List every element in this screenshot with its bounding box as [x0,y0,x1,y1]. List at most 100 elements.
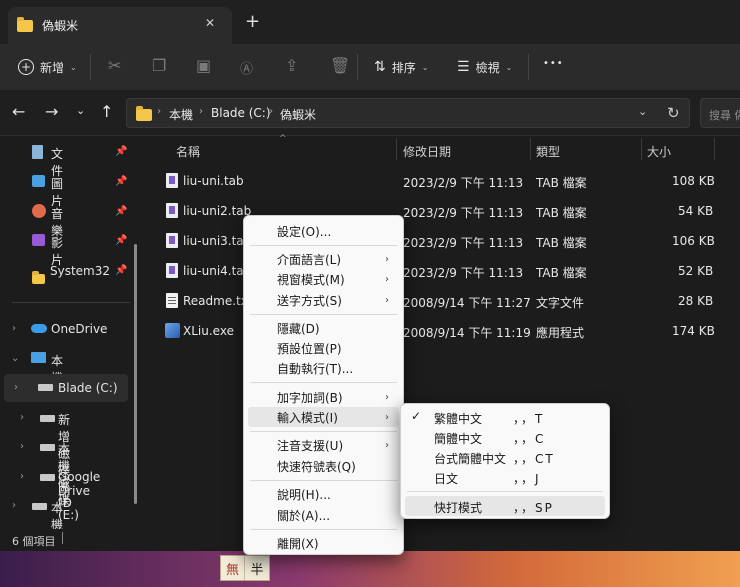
file-size: 106 KB [672,234,715,248]
menu-item-label: 設定(O)... [277,224,332,239]
breadcrumb-thispc[interactable]: 本機 [169,106,193,123]
menu-item-label: 視窗模式(M) [277,272,345,287]
menu-item-hide[interactable]: 隱藏(D) [248,318,399,338]
menu-item-label: 離開(X) [277,536,319,551]
address-bar[interactable]: › 本機 › Blade (C:) › 偽蝦米 ⌄ ↻ [126,98,690,128]
menu-item-quick-symbols[interactable]: 快速符號表(Q) [248,456,399,476]
table-row[interactable]: liu-uni.tab 2023/2/9 下午 11:13 TAB 檔案 108… [150,167,730,195]
table-row[interactable]: liu-uni3.tab 2023/2/9 下午 11:13 TAB 檔案 10… [150,227,730,255]
menu-item-send-mode[interactable]: 送字方式(S) › [248,290,399,310]
chevron-right-icon[interactable]: › [12,323,16,334]
file-size: 54 KB [678,204,714,218]
chevron-right-icon: › [385,439,389,451]
search-box[interactable]: 搜尋 偽 [700,98,740,128]
refresh-icon[interactable]: ↻ [667,104,680,122]
drive-icon [40,474,55,481]
delete-icon[interactable]: 🗑 [330,56,350,75]
file-name: liu-uni3.tab [183,234,252,248]
tab-file-icon [166,263,178,278]
chevron-right-icon[interactable]: › [12,500,16,511]
table-row[interactable]: liu-uni2.tab 2023/2/9 下午 11:13 TAB 檔案 54… [150,197,730,225]
more-options-icon[interactable]: ••• [543,58,564,69]
rename-icon[interactable]: Ⓐ [240,58,253,77]
computer-icon [31,352,46,363]
chevron-down-icon[interactable]: ⌄ [638,105,647,118]
drive-icon [38,384,53,391]
folder-icon [32,271,45,284]
document-icon [32,145,43,159]
sort-label: 排序 [391,60,416,75]
file-name: liu-uni4.tab [183,264,252,278]
column-header-modified[interactable]: 修改日期 [403,143,451,160]
recent-locations-icon[interactable]: ⌄ [76,104,85,117]
sort-button[interactable]: ⇅ 排序 ⌄ [374,55,428,79]
tab-title: 偽蝦米 [42,19,79,33]
sidebar-scrollbar[interactable] [134,244,137,504]
ime-status-bar[interactable]: 無 半 [220,555,270,581]
column-header-name[interactable]: 名稱 [176,143,200,160]
submenu-item-taiwan-simplified[interactable]: 台式簡體中文 ，，CT [405,447,605,467]
tab-current[interactable]: 偽蝦米 ✕ [8,7,232,44]
menu-item-autorun[interactable]: 自動執行(T)... [248,358,399,378]
share-icon[interactable]: ⇪ [285,56,298,75]
menu-item-settings[interactable]: 設定(O)... [248,221,399,241]
new-label: 新增 [40,60,65,75]
menu-item-default-position[interactable]: 預設位置(P) [248,338,399,358]
chevron-down-icon[interactable]: ⌄ [11,353,19,364]
copy-icon[interactable]: ❐ [152,56,166,75]
chevron-right-icon[interactable]: › [20,471,24,482]
menu-item-add-words[interactable]: 加字加詞(B) › [248,387,399,407]
ime-mode-indicator[interactable]: 無 [221,556,245,580]
column-divider[interactable] [530,138,531,160]
column-divider[interactable] [396,138,397,160]
menu-item-label: 注音支援(U) [277,438,344,453]
ime-width-indicator[interactable]: 半 [245,556,269,580]
sidebar-item-system32[interactable]: System32 📌 [0,258,127,284]
chevron-right-icon[interactable]: › [20,441,24,452]
cut-icon[interactable]: ✂ [108,56,121,75]
new-tab-button[interactable]: + [245,13,260,31]
column-header-type[interactable]: 類型 [536,143,560,160]
column-header-size[interactable]: 大小 [647,143,671,160]
menu-item-phonetic[interactable]: 注音支援(U) › [248,435,399,455]
submenu-item-traditional[interactable]: ✓ 繁體中文 ，，T [405,407,605,427]
file-size: 174 KB [672,324,715,338]
breadcrumb-drive[interactable]: Blade (C:) [211,106,271,120]
up-icon[interactable]: ↑ [100,102,113,121]
sidebar-item-drive-c[interactable]: › Blade (C:) [4,374,128,402]
table-row[interactable]: Readme.txt 2008/9/14 下午 11:27 文字文件 28 KB [150,287,730,315]
submenu-item-simplified[interactable]: 簡體中文 ，，C [405,427,605,447]
chevron-right-icon: › [385,273,389,285]
menu-item-label: 隱藏(D) [277,321,320,336]
breadcrumb-folder[interactable]: 偽蝦米 [280,106,316,123]
view-button[interactable]: ☰ 檢視 ⌄ [457,55,512,79]
music-icon [32,204,46,218]
chevron-right-icon[interactable]: › [20,412,24,423]
menu-item-input-mode[interactable]: 輸入模式(I) › [248,407,399,427]
submenu-item-quick-type[interactable]: 快打模式 ，，SP [405,496,605,516]
paste-icon[interactable]: ▣ [196,56,211,75]
column-divider[interactable] [714,138,715,160]
column-divider[interactable] [641,138,642,160]
forward-icon[interactable]: → [45,102,58,121]
chevron-right-icon[interactable]: › [14,382,18,393]
table-row[interactable]: liu-uni4.tab 2023/2/9 下午 11:13 TAB 檔案 52… [150,257,730,285]
menu-item-help[interactable]: 說明(H)... [248,484,399,504]
tab-file-icon [166,173,178,188]
menu-item-exit[interactable]: 離開(X) [248,533,399,553]
menu-item-about[interactable]: 關於(A)... [248,505,399,525]
table-row[interactable]: XLiu.exe 2008/9/14 下午 11:19 應用程式 174 KB [150,317,730,345]
close-icon[interactable]: ✕ [205,16,215,30]
drive-icon [40,444,55,451]
context-menu: 設定(O)... 介面語言(L) › 視窗模式(M) › 送字方式(S) › 隱藏(D… [243,215,404,555]
pin-icon: 📌 [115,206,128,217]
pin-icon: 📌 [115,146,128,157]
new-button[interactable]: + 新增 ⌄ [18,55,77,79]
submenu-item-japanese[interactable]: 日文 ，，J [405,467,605,487]
menu-item-window-mode[interactable]: 視窗模式(M) › [248,269,399,289]
sidebar-item-label: 文件 [51,147,64,178]
menu-item-label: 加字加詞(B) [277,390,343,405]
menu-item-ui-language[interactable]: 介面語言(L) › [248,249,399,269]
videos-icon [32,234,45,246]
back-icon[interactable]: ← [12,102,25,121]
